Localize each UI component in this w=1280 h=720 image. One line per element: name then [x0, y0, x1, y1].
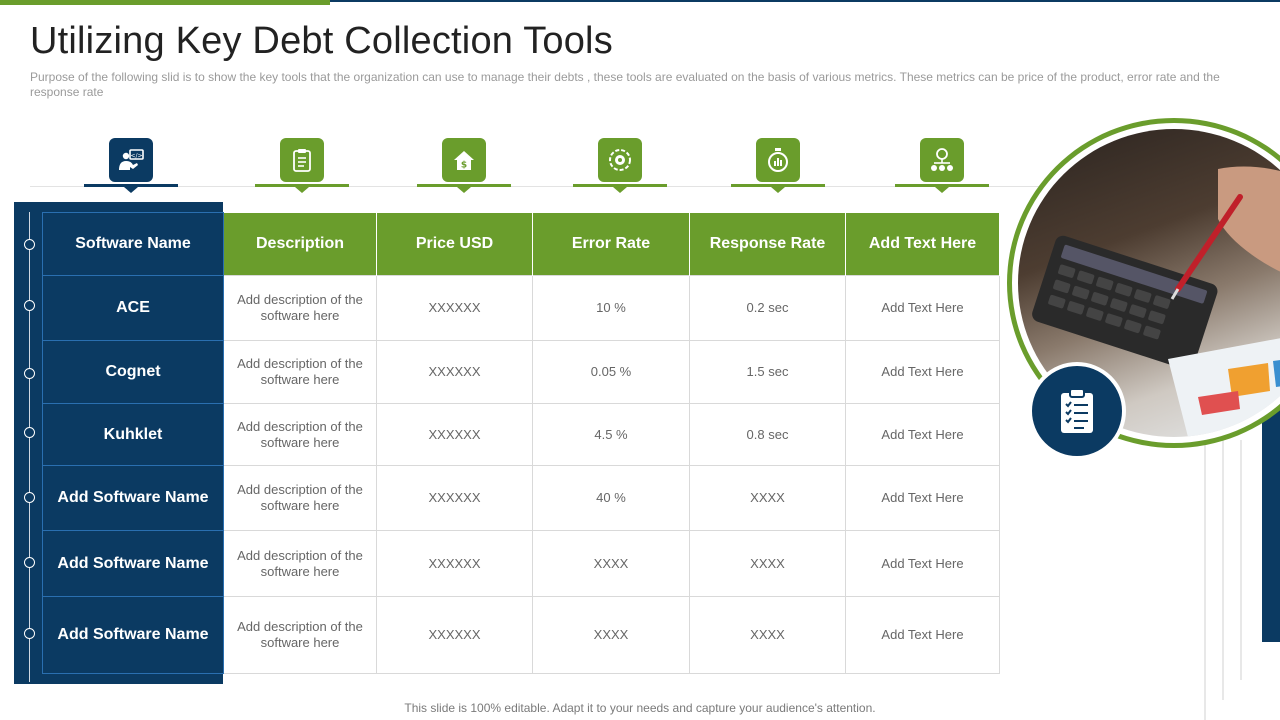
icon-tab-price: $ — [417, 138, 511, 193]
response-rate-cell: 0.8 sec — [689, 403, 846, 466]
response-rate-cell: XXXX — [689, 530, 846, 597]
decorative-line — [1222, 440, 1224, 700]
timeline-dot — [24, 427, 35, 438]
software-name-cell: Add Software Name — [42, 596, 224, 674]
price-cell: XXXXXX — [376, 465, 533, 531]
table-row: Add Software Name Add description of the… — [42, 530, 1000, 597]
table-row: Kuhklet Add description of the software … — [42, 403, 1000, 466]
decorative-line — [1204, 440, 1206, 720]
svg-text:$: $ — [461, 161, 467, 171]
description-cell: Add description of the software here — [223, 275, 377, 341]
top-accent-bar — [0, 0, 330, 5]
software-name-cell: Kuhklet — [42, 403, 224, 466]
extra-cell: Add Text Here — [845, 596, 1000, 674]
extra-cell: Add Text Here — [845, 465, 1000, 531]
error-rate-cell: 4.5 % — [532, 403, 690, 466]
table-row: Cognet Add description of the software h… — [42, 340, 1000, 404]
clipboard-icon — [280, 138, 324, 182]
timeline-dot — [24, 628, 35, 639]
icon-tab-software: </> — [84, 138, 178, 193]
clipboard-checklist-icon — [1061, 388, 1093, 433]
error-rate-cell: XXXX — [532, 530, 690, 597]
error-gear-icon — [598, 138, 642, 182]
header-description: Description — [223, 212, 377, 276]
price-cell: XXXXXX — [376, 403, 533, 466]
icon-tab-error — [573, 138, 667, 193]
software-name-cell: ACE — [42, 275, 224, 341]
response-rate-cell: XXXX — [689, 465, 846, 531]
slide-title: Utilizing Key Debt Collection Tools — [30, 20, 613, 62]
clipboard-badge — [1028, 362, 1126, 460]
error-rate-cell: XXXX — [532, 596, 690, 674]
software-name-cell: Add Software Name — [42, 530, 224, 597]
description-cell: Add description of the software here — [223, 465, 377, 531]
icon-tab-response — [731, 138, 825, 193]
error-rate-cell: 0.05 % — [532, 340, 690, 404]
svg-text:</>: </> — [130, 153, 142, 160]
response-rate-cell: XXXX — [689, 596, 846, 674]
description-cell: Add description of the software here — [223, 340, 377, 404]
extra-cell: Add Text Here — [845, 275, 1000, 341]
slide-footer: This slide is 100% editable. Adapt it to… — [404, 701, 876, 715]
price-cell: XXXXXX — [376, 275, 533, 341]
software-developer-icon: </> — [109, 138, 153, 182]
extra-cell: Add Text Here — [845, 403, 1000, 466]
timeline-dot — [24, 557, 35, 568]
slide-subtitle: Purpose of the following slid is to show… — [30, 70, 1220, 99]
header-software-name: Software Name — [42, 212, 224, 276]
timeline-dot — [24, 492, 35, 503]
debt-tools-table: Software Name Description Price USD Erro… — [42, 212, 1000, 674]
header-response-rate: Response Rate — [689, 212, 846, 276]
description-cell: Add description of the software here — [223, 403, 377, 466]
extra-cell: Add Text Here — [845, 340, 1000, 404]
description-cell: Add description of the software here — [223, 596, 377, 674]
network-hierarchy-icon — [920, 138, 964, 182]
table-row: Add Software Name Add description of the… — [42, 465, 1000, 531]
header-error-rate: Error Rate — [532, 212, 690, 276]
table-row: ACE Add description of the software here… — [42, 275, 1000, 341]
error-rate-cell: 10 % — [532, 275, 690, 341]
response-timer-icon — [756, 138, 800, 182]
price-house-icon: $ — [442, 138, 486, 182]
price-cell: XXXXXX — [376, 340, 533, 404]
response-rate-cell: 0.2 sec — [689, 275, 846, 341]
header-price: Price USD — [376, 212, 533, 276]
timeline-dot — [24, 239, 35, 250]
extra-cell: Add Text Here — [845, 530, 1000, 597]
error-rate-cell: 40 % — [532, 465, 690, 531]
table-row: Add Software Name Add description of the… — [42, 596, 1000, 674]
software-name-cell: Add Software Name — [42, 465, 224, 531]
header-extra: Add Text Here — [845, 212, 1000, 276]
software-name-cell: Cognet — [42, 340, 224, 404]
decorative-line — [1240, 440, 1242, 680]
table-header-row: Software Name Description Price USD Erro… — [42, 212, 1000, 276]
timeline-dot — [24, 368, 35, 379]
decorative-blue-bar — [1262, 390, 1280, 642]
description-cell: Add description of the software here — [223, 530, 377, 597]
timeline-dot — [24, 300, 35, 311]
price-cell: XXXXXX — [376, 596, 533, 674]
icon-tab-description — [255, 138, 349, 193]
response-rate-cell: 1.5 sec — [689, 340, 846, 404]
price-cell: XXXXXX — [376, 530, 533, 597]
timeline-line — [29, 212, 30, 682]
icon-tab-extra — [895, 138, 989, 193]
